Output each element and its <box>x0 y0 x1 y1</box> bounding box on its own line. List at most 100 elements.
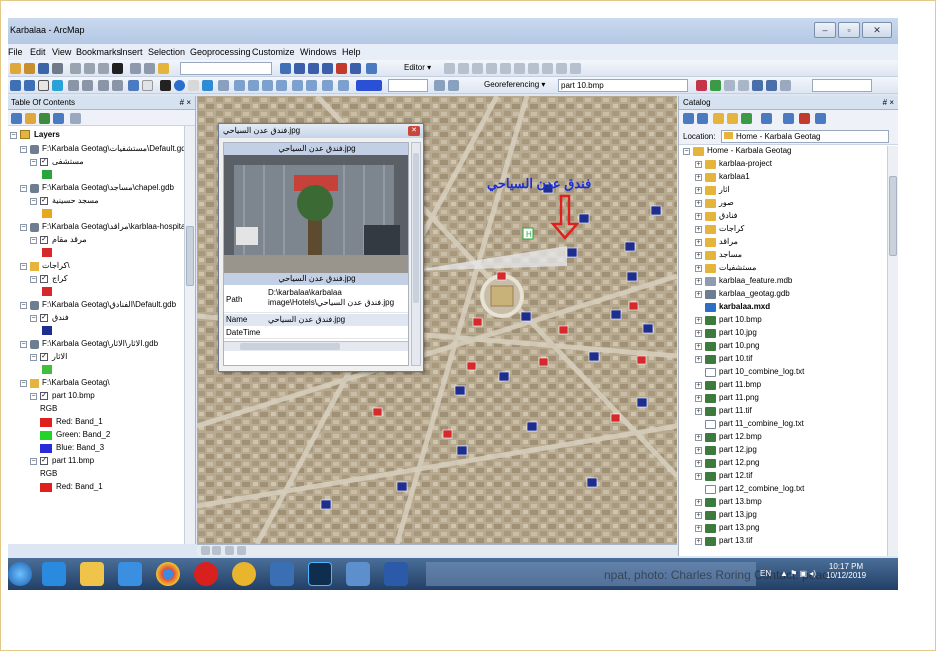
find-icon[interactable] <box>234 80 245 91</box>
editor-toolbar-icon[interactable] <box>280 63 291 74</box>
expand-icon[interactable]: + <box>695 213 702 220</box>
up-level-icon[interactable] <box>713 113 724 124</box>
expand-icon[interactable]: + <box>695 265 702 272</box>
expand-icon[interactable]: + <box>695 252 702 259</box>
new-map-icon[interactable] <box>10 63 21 74</box>
paint-app-icon[interactable] <box>232 562 256 586</box>
expand-icon[interactable]: + <box>695 278 702 285</box>
forward-icon[interactable] <box>697 113 708 124</box>
shift-icon[interactable] <box>710 80 721 91</box>
select-features-icon[interactable] <box>128 80 139 91</box>
layer-combo[interactable] <box>388 79 428 92</box>
list-by-source-icon[interactable] <box>25 113 36 124</box>
collapse-icon[interactable]: − <box>20 341 27 348</box>
model-builder-icon[interactable] <box>366 63 377 74</box>
menu-help[interactable]: Help <box>342 47 361 57</box>
python-window-icon[interactable] <box>350 63 361 74</box>
full-extent-icon[interactable] <box>52 80 63 91</box>
zoom-out-icon[interactable] <box>24 80 35 91</box>
collapse-icon[interactable]: − <box>20 263 27 270</box>
popup-vscroll-thumb[interactable] <box>413 153 419 303</box>
scale-icon[interactable] <box>724 80 735 91</box>
collapse-icon[interactable]: − <box>20 185 27 192</box>
save-icon[interactable] <box>38 63 49 74</box>
menu-selection[interactable]: Selection <box>148 47 185 57</box>
pan-icon[interactable] <box>38 80 49 91</box>
visibility-checkbox[interactable]: ✓ <box>40 275 48 283</box>
tray-icons[interactable]: ▲ ⚑ ▣ ◂) <box>780 569 816 578</box>
create-features-icon[interactable] <box>570 63 581 74</box>
expand-icon[interactable]: + <box>695 525 702 532</box>
expand-icon[interactable]: + <box>695 473 702 480</box>
data-view-button[interactable] <box>212 546 221 555</box>
forward-icon[interactable] <box>112 80 123 91</box>
layout-view-icon[interactable] <box>434 80 445 91</box>
collapse-icon[interactable]: − <box>10 132 17 139</box>
trace-icon[interactable] <box>500 63 511 74</box>
expand-icon[interactable]: + <box>695 434 702 441</box>
viewer-georef-icon[interactable] <box>766 80 777 91</box>
toc-scrollbar[interactable] <box>184 126 195 544</box>
expand-icon[interactable]: + <box>695 161 702 168</box>
back-icon[interactable] <box>683 113 694 124</box>
undo-icon[interactable] <box>130 63 141 74</box>
collapse-icon[interactable]: − <box>30 458 37 465</box>
georef-layer-combo[interactable]: part 10.bmp <box>558 79 688 92</box>
expand-icon[interactable]: + <box>695 226 702 233</box>
home-folder-icon[interactable] <box>727 113 738 124</box>
search-icon[interactable] <box>780 80 791 91</box>
expand-icon[interactable]: + <box>695 174 702 181</box>
start-orb-icon[interactable] <box>8 562 32 586</box>
visibility-checkbox[interactable]: ✓ <box>40 236 48 244</box>
internet-explorer-icon[interactable] <box>42 562 66 586</box>
collapse-icon[interactable]: − <box>683 148 690 155</box>
swipe-icon[interactable] <box>306 80 317 91</box>
collapse-icon[interactable]: − <box>30 159 37 166</box>
effects-icon[interactable] <box>322 80 333 91</box>
popup-hscrollbar[interactable] <box>224 341 408 351</box>
pause-drawing-button[interactable] <box>237 546 246 555</box>
open-icon[interactable] <box>24 63 35 74</box>
refresh-button[interactable] <box>225 546 234 555</box>
list-by-drawing-order-icon[interactable] <box>11 113 22 124</box>
layer-effects-icon[interactable] <box>338 80 349 91</box>
delete-icon[interactable] <box>112 63 123 74</box>
expand-icon[interactable]: + <box>695 538 702 545</box>
network-app-icon[interactable] <box>346 562 370 586</box>
add-data-icon[interactable] <box>158 63 169 74</box>
search-input[interactable] <box>812 79 872 92</box>
editor-menu[interactable]: Editor ▾ <box>404 63 431 72</box>
identify-icon[interactable] <box>174 80 185 91</box>
time-slider-icon[interactable] <box>276 80 287 91</box>
collapse-icon[interactable]: − <box>20 302 27 309</box>
expand-icon[interactable]: + <box>695 187 702 194</box>
viewer-icon[interactable] <box>292 80 303 91</box>
list-by-visibility-icon[interactable] <box>39 113 50 124</box>
expand-icon[interactable]: + <box>695 382 702 389</box>
tray-clock[interactable]: 10:17 PM 10/12/2019 <box>826 562 866 580</box>
rotate-georef-icon[interactable] <box>696 80 707 91</box>
fixed-zoom-out-icon[interactable] <box>82 80 93 91</box>
list-by-selection-icon[interactable] <box>53 113 64 124</box>
word-icon[interactable] <box>384 562 408 586</box>
arcmap-options-icon[interactable] <box>799 113 810 124</box>
find-route-icon[interactable] <box>248 80 259 91</box>
popup-close-button[interactable]: ✕ <box>408 126 420 136</box>
expand-icon[interactable]: + <box>695 343 702 350</box>
toc-options-icon[interactable] <box>70 113 81 124</box>
close-button[interactable]: ✕ <box>862 22 892 38</box>
arcgis-app-icon[interactable] <box>270 562 294 586</box>
copy-icon[interactable] <box>84 63 95 74</box>
arctoolbox-icon[interactable] <box>336 63 347 74</box>
expand-icon[interactable]: + <box>695 512 702 519</box>
maximize-button[interactable]: ▫ <box>838 22 860 38</box>
catalog-pin-close[interactable]: # × <box>883 98 894 107</box>
measure-icon[interactable] <box>218 80 229 91</box>
paste-icon[interactable] <box>98 63 109 74</box>
photoshop-icon[interactable] <box>308 562 332 586</box>
collapse-icon[interactable]: − <box>30 315 37 322</box>
arc-segment-icon[interactable] <box>486 63 497 74</box>
collapse-icon[interactable]: − <box>20 380 27 387</box>
collapse-icon[interactable]: − <box>20 224 27 231</box>
cut-icon[interactable] <box>70 63 81 74</box>
